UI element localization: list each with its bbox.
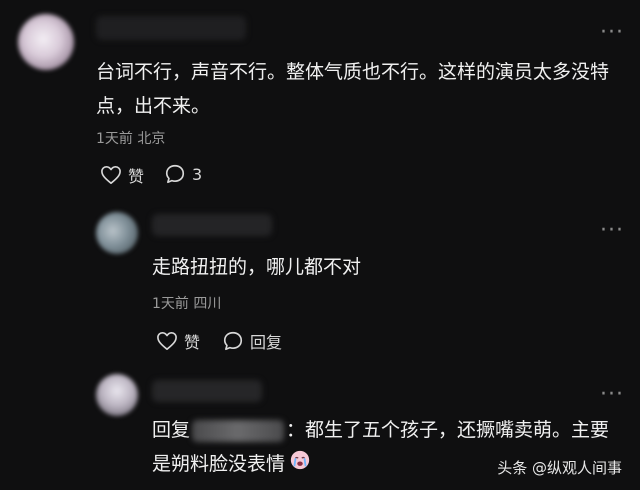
like-label: 赞 <box>184 333 201 352</box>
username-blurred[interactable] <box>152 380 262 402</box>
like-button[interactable]: 赞 <box>156 329 200 353</box>
comment-location: 四川 <box>193 296 222 312</box>
comment-bubble-icon <box>223 331 243 351</box>
comment-meta: 1天前 四川 <box>152 293 221 313</box>
reply-count-button[interactable]: 3 <box>164 163 202 185</box>
watermark: 头条 @纵观人间事 <box>497 457 622 478</box>
heart-icon <box>101 166 121 184</box>
comment-bubble-icon <box>165 164 185 184</box>
reply-count: 3 <box>192 164 203 184</box>
reply-button[interactable]: 回复 <box>222 329 282 353</box>
username-blurred[interactable] <box>152 214 272 236</box>
watermark-brand: 头条 <box>497 459 528 477</box>
more-options-icon[interactable]: ··· <box>600 220 624 242</box>
watermark-handle: @纵观人间事 <box>531 459 622 477</box>
comment-text: 台词不行，声音不行。整体气质也不行。这样的演员太多没特点，出不来。 <box>96 61 610 117</box>
more-options-icon[interactable]: ··· <box>600 22 624 44</box>
like-label: 赞 <box>128 167 145 186</box>
avatar[interactable] <box>18 14 74 70</box>
avatar[interactable] <box>96 374 138 416</box>
crying-face-icon <box>289 448 311 482</box>
like-button[interactable]: 赞 <box>100 163 144 187</box>
comment-location: 北京 <box>137 131 166 147</box>
reply-prefix: 回复 <box>152 419 191 441</box>
mentioned-username-blurred[interactable] <box>192 419 285 442</box>
heart-icon <box>157 332 177 350</box>
comment-time: 1天前 <box>152 296 189 312</box>
avatar[interactable] <box>96 212 138 254</box>
reply-label: 回复 <box>250 333 283 352</box>
comment-meta: 1天前 北京 <box>96 128 165 148</box>
username-blurred[interactable] <box>96 16 246 40</box>
comment-text: 走路扭扭的，哪儿都不对 <box>152 256 362 278</box>
more-options-icon[interactable]: ··· <box>600 384 624 406</box>
comment-time: 1天前 <box>96 131 133 147</box>
